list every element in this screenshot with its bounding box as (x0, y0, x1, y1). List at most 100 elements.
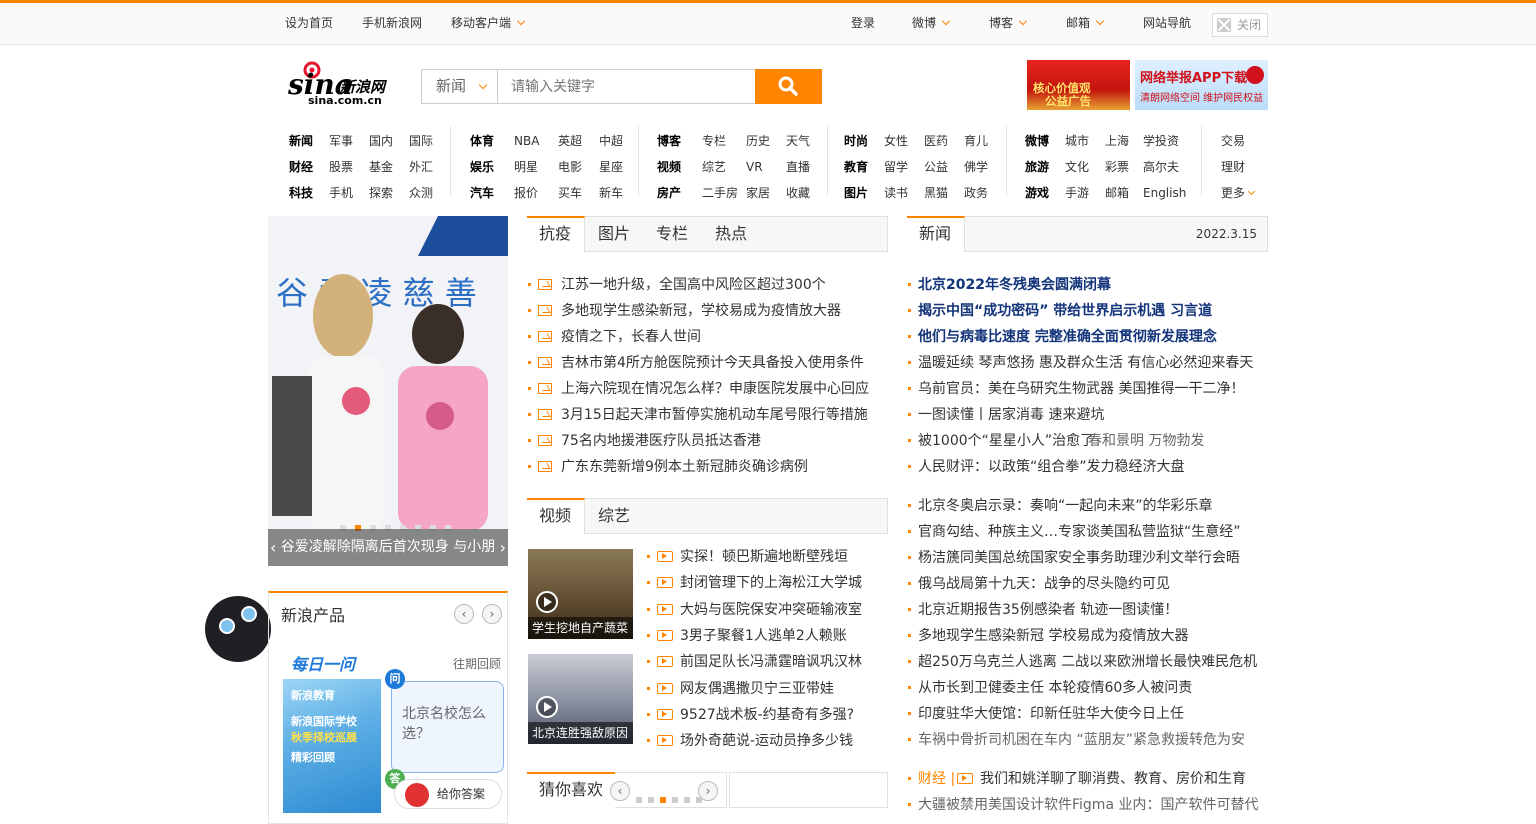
mobile-sina-link[interactable]: 手机新浪网 (362, 15, 422, 31)
news-item[interactable]: 印度驻华大使馆：印新任驻华大使今日上任 (918, 704, 1184, 724)
nav-link[interactable]: 科技 (289, 185, 313, 201)
nav-link[interactable]: 房产 (657, 185, 681, 201)
news-item[interactable]: 春和景明 万物勃发 (1088, 431, 1204, 451)
login-link[interactable]: 登录 (851, 15, 875, 31)
video-item[interactable]: 3男子聚餐1人逃单2人赖账 (680, 626, 847, 646)
nav-link[interactable]: 电影 (558, 159, 582, 175)
nav-link[interactable]: 交易 (1221, 133, 1245, 149)
chevron-left-icon[interactable]: ‹ (270, 529, 276, 566)
nav-link[interactable]: 时尚 (844, 133, 868, 149)
set-home-link[interactable]: 设为首页 (285, 15, 333, 31)
news-item[interactable]: 江苏一地升级，全国高中风险区超过300个 (561, 275, 826, 295)
close-button[interactable]: 关闭 (1212, 13, 1268, 37)
nav-link[interactable]: 探索 (369, 185, 393, 201)
past-review-link[interactable]: 往期回顾 (453, 655, 501, 672)
nav-link[interactable]: 新闻 (289, 133, 313, 149)
news-item[interactable]: 多地现学生感染新冠，学校易成为疫情放大器 (561, 301, 841, 321)
nav-link[interactable]: 游戏 (1025, 185, 1049, 201)
news-item[interactable]: 杨洁篪同美国总统国家安全事务助理沙利文举行会晤 (918, 548, 1240, 568)
news-item[interactable]: 一图读懂丨居家消毒 速来避坑 (918, 405, 1104, 425)
nav-link[interactable]: 邮箱 (1105, 185, 1129, 201)
nav-link[interactable]: 学投资 (1143, 133, 1179, 149)
news-item[interactable]: 温暖延续 琴声悠扬 惠及群众生活 有信心必然迎来春天 (918, 353, 1253, 373)
nav-link[interactable]: 汽车 (470, 185, 494, 201)
nav-link[interactable]: 读书 (884, 185, 908, 201)
black-cat-mascot[interactable] (205, 596, 271, 662)
news-item[interactable]: 超250万乌克兰人逃离 二战以来欧洲增长最快难民危机 (918, 652, 1257, 672)
nav-link[interactable]: 明星 (514, 159, 538, 175)
nav-link[interactable]: NBA (514, 133, 539, 149)
nav-link[interactable]: 图片 (844, 185, 868, 201)
news-item[interactable]: 俄乌战局第十九天：战争的尽头隐约可见 (918, 574, 1170, 594)
nav-link[interactable]: 手游 (1065, 185, 1089, 201)
nav-link[interactable]: 公益 (924, 159, 948, 175)
headline-item[interactable]: 揭示中国“成功密码” 带给世界启示机遇 习言道 (918, 301, 1212, 321)
nav-link[interactable]: 基金 (369, 159, 393, 175)
news-item[interactable]: 多地现学生感染新冠 学校易成为疫情放大器 (918, 626, 1188, 646)
nav-link[interactable]: 视频 (657, 159, 681, 175)
nav-link[interactable]: 女性 (884, 133, 908, 149)
nav-link[interactable]: 国内 (369, 133, 393, 149)
nav-link[interactable]: 上海 (1105, 133, 1129, 149)
search-category-select[interactable]: 新闻 (422, 70, 498, 103)
nav-link[interactable]: 外汇 (409, 159, 433, 175)
nav-link[interactable]: 微博 (1025, 133, 1049, 149)
nav-link[interactable]: 高尔夫 (1143, 159, 1179, 175)
video-item[interactable]: 前国足队长冯潇霆暗讽巩汉林 (680, 652, 862, 672)
nav-link[interactable]: 更多 (1221, 185, 1256, 201)
news-item[interactable]: 从市长到卫健委主任 本轮疫情60多人被问责 (918, 678, 1192, 698)
chevron-left-icon[interactable]: ‹ (610, 781, 630, 801)
news-item[interactable]: 北京冬奥启示录：奏响“一起向未来”的华彩乐章 (918, 496, 1213, 516)
weibo-menu[interactable]: 微博 (912, 15, 951, 31)
tab-hot[interactable]: 热点 (703, 217, 759, 251)
chevron-left-icon[interactable]: ‹ (454, 604, 474, 624)
headline-item[interactable]: 北京2022年冬残奥会圆满闭幕 (918, 275, 1111, 295)
blog-menu[interactable]: 博客 (989, 15, 1028, 31)
nav-link[interactable]: 新车 (599, 185, 623, 201)
news-item[interactable]: 车祸中骨折司机困在车内 “蓝朋友”紧急救援转危为安 (918, 730, 1245, 750)
nav-link[interactable]: 专栏 (702, 133, 726, 149)
video-item[interactable]: 9527战术板-约基奇有多强? (680, 705, 854, 725)
tab-epidemic[interactable]: 抗疫 (527, 216, 585, 252)
mail-menu[interactable]: 邮箱 (1066, 15, 1105, 31)
news-item[interactable]: 大疆被禁用美国设计软件Figma 业内：国产软件可替代 (918, 795, 1258, 815)
nav-link[interactable]: 股票 (329, 159, 353, 175)
nav-link[interactable]: 文化 (1065, 159, 1089, 175)
search-input[interactable] (499, 70, 755, 103)
video-item[interactable]: 场外奇葩说-运动员挣多少钱 (680, 731, 853, 751)
nav-link[interactable]: 星座 (599, 159, 623, 175)
nav-link[interactable]: 旅游 (1025, 159, 1049, 175)
news-item[interactable]: 我们和姚洋聊了聊消费、教育、房价和生育 (980, 769, 1246, 789)
mobile-client-menu[interactable]: 移动客户端 (451, 15, 526, 31)
nav-link[interactable]: 中超 (599, 133, 623, 149)
nav-link[interactable]: 综艺 (702, 159, 726, 175)
chevron-right-icon[interactable]: › (500, 529, 506, 566)
video-item[interactable]: 实探！顿巴斯遍地断壁残垣 (680, 547, 848, 567)
nav-link[interactable]: 理财 (1221, 159, 1245, 175)
guess-dot[interactable] (660, 797, 666, 803)
news-item[interactable]: 官商勾结、种族主义…专家谈美国私营监狱“生意经” (918, 522, 1241, 542)
nav-link[interactable]: 体育 (470, 133, 494, 149)
nav-link[interactable]: 买车 (558, 185, 582, 201)
nav-link[interactable]: 报价 (514, 185, 538, 201)
slide-caption[interactable]: ‹ 谷爱凌解除隔离后首次现身 与小朋 › (268, 529, 508, 566)
site-nav-link[interactable]: 网站导航 (1143, 15, 1191, 31)
video-thumbnail[interactable]: 学生挖地自产蔬菜 (528, 549, 633, 639)
news-item[interactable]: 被1000个“星星小人”治愈了 (918, 431, 1094, 451)
news-item[interactable]: 疫情之下，长春人世间 (561, 327, 701, 347)
nav-link[interactable]: 育儿 (964, 133, 988, 149)
news-item[interactable]: 广东东莞新增9例本土新冠肺炎确诊病例 (561, 457, 808, 477)
guess-dot[interactable] (672, 797, 678, 803)
tab-columns[interactable]: 专栏 (644, 217, 700, 251)
finance-link[interactable]: 财经 | (918, 769, 955, 789)
nav-link[interactable]: 博客 (657, 133, 681, 149)
video-thumbnail[interactable]: 北京连胜强敌原因 (528, 654, 633, 744)
nav-link[interactable]: 彩票 (1105, 159, 1129, 175)
education-promo-image[interactable]: 新浪教育 新浪国际学校 秋季择校巡展 精彩回顾 (283, 679, 381, 813)
ad-report-app[interactable]: 网络举报APP下载 清朗网络空间 维护网民权益 (1135, 60, 1268, 110)
headline-item[interactable]: 他们与病毒比速度 完整准确全面贯彻新发展理念 (918, 327, 1217, 347)
news-item[interactable]: 人民财评：以政策“组合拳”发力稳经济大盘 (918, 457, 1185, 477)
nav-link[interactable]: 留学 (884, 159, 908, 175)
nav-link[interactable]: 家居 (746, 185, 770, 201)
nav-link[interactable]: 二手房 (702, 185, 738, 201)
